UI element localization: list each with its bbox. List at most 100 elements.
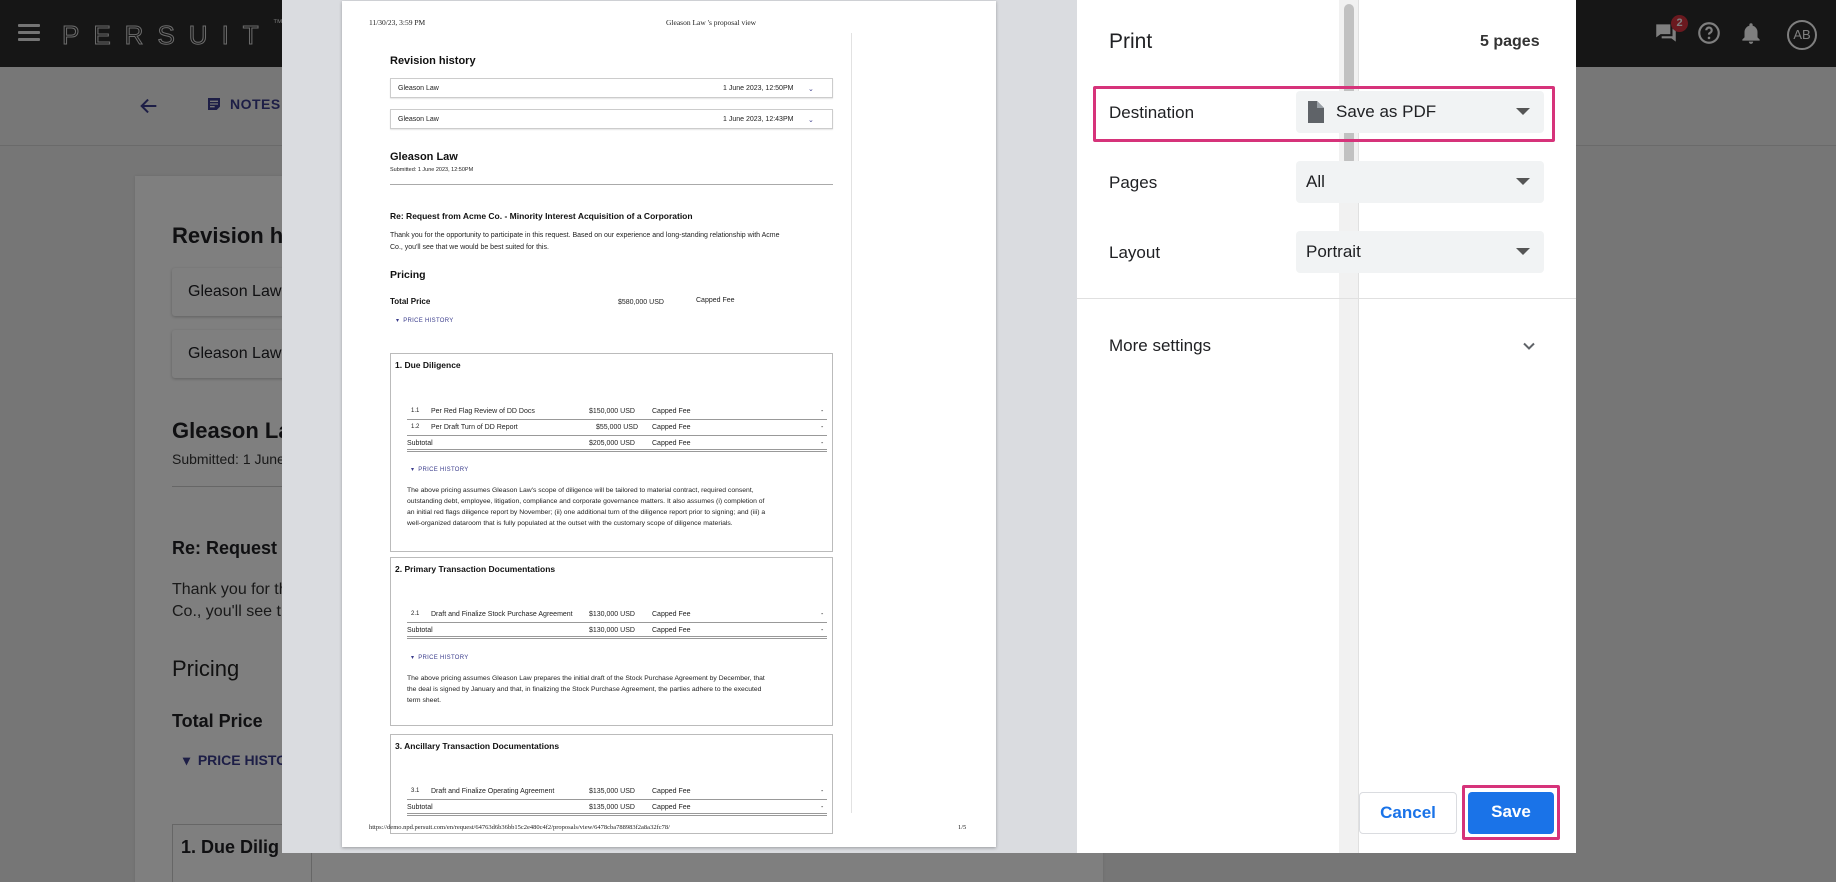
save-button[interactable]: Save [1468,792,1554,834]
chevron-down-icon[interactable] [1519,336,1539,356]
print-title: Print [1109,30,1153,53]
revision-date: 1 June 2023, 12:50PM [723,85,794,92]
section-note: The above pricing assumes Gleason Law's … [407,487,754,494]
preview-total-value: $580,000 USD [618,299,664,306]
subtotal-amount: $135,000 USD [589,804,635,811]
subtotal-amount: $205,000 USD [589,440,635,447]
preview-section: 2. Primary Transaction Documentations 2.… [390,557,833,726]
preview-section: 1. Due Diligence 1.1 Per Red Flag Review … [390,353,833,552]
subtotal-type: Capped Fee [652,804,691,811]
row-dash: - [821,424,824,431]
layout-label: Layout [1109,243,1161,262]
subtotal-type: Capped Fee [652,440,691,447]
page-footer-number: 1/5 [958,824,967,831]
row-desc: Per Draft Turn of DD Report [431,424,518,431]
page-header-title: Gleason Law 's proposal view [666,18,757,27]
row-dash: - [821,788,824,795]
row-desc: Draft and Finalize Operating Agreement [431,788,555,795]
section-title: 2. Primary Transaction Documentations [395,564,556,574]
subtotal-label: Subtotal [407,627,433,634]
section-note: The above pricing assumes Gleason Law pr… [407,675,765,682]
row-num: 3.1 [411,788,420,794]
price-row: 2.1 Draft and Finalize Stock Purchase Agr… [407,609,827,623]
subtotal-row: Subtotal $205,000 USD Capped Fee - [407,438,827,452]
destination-value: Save as PDF [1336,102,1437,121]
pages-select[interactable]: All [1296,161,1544,203]
price-row: 1.1 Per Red Flag Review of DD Docs $150,00… [407,406,827,420]
preview-firm: Gleason Law [390,151,458,163]
row-type: Capped Fee [652,788,691,795]
price-history-label: PRICE HISTORY [403,318,454,324]
preview-total-type: Capped Fee [696,297,735,304]
preview-intro: Thank you for the opportunity to partici… [390,232,780,239]
row-dash: - [821,611,824,618]
subtotal-row: Subtotal $135,000 USD Capped Fee - [407,802,827,816]
price-history-label: PRICE HISTORY [418,655,469,661]
revision-date: 1 June 2023, 12:43PM [723,116,794,123]
section-title: 3. Ancillary Transaction Documentations [395,741,560,751]
file-icon [1308,101,1324,123]
preview-price-history: ▾ PRICE HISTORY [396,318,454,324]
preview-intro: Co., you'll see that we would be best su… [390,244,549,251]
page-count: 5 pages [1480,33,1540,50]
row-amount: $135,000 USD [589,788,635,795]
preview-revision-item: Gleason Law 1 June 2023, 12:50PM ⌄ [390,78,833,98]
subtotal-label: Subtotal [407,440,433,447]
section-note: the deal is signed by January and that, … [407,686,762,693]
preview-divider [390,184,833,185]
page-footer-url: https://demo.npd.persuit.com/en/request/… [369,824,670,831]
subtotal-amount: $130,000 USD [589,627,635,634]
subtotal-dash: - [821,804,824,811]
row-dash: - [821,408,824,415]
revision-name: Gleason Law [398,85,439,92]
dropdown-caret-icon [1516,178,1530,185]
cancel-button[interactable]: Cancel [1359,792,1457,834]
more-settings[interactable]: More settings [1109,336,1211,356]
row-num: 2.1 [411,611,420,617]
row-desc: Draft and Finalize Stock Purchase Agreem… [431,611,573,618]
row-amount: $130,000 USD [589,611,635,618]
section-price-history: ▾ PRICE HISTORY [411,467,469,473]
revision-name: Gleason Law [398,116,439,123]
chevron-down-icon: ⌄ [808,86,814,93]
price-row: 1.2 Per Draft Turn of DD Report $55,000 US… [407,422,827,436]
section-note: an initial red flags diligence report by… [407,509,766,516]
layout-select[interactable]: Portrait [1296,231,1544,273]
preview-re: Re: Request from Acme Co. - Minority Int… [390,211,693,221]
price-row: 3.1 Draft and Finalize Operating Agreemen… [407,786,827,800]
row-amount: $150,000 USD [589,408,635,415]
preview-total-label: Total Price [390,297,431,306]
subtotal-dash: - [821,440,824,447]
row-num: 1.1 [411,408,420,414]
row-amount: $55,000 USD [596,424,639,431]
preview-section: 3. Ancillary Transaction Documentations … [390,734,833,834]
subtotal-label: Subtotal [407,804,433,811]
dropdown-caret-icon [1516,108,1530,115]
settings-divider [1077,298,1576,299]
page-header-date: 11/30/23, 3:59 PM [369,18,426,27]
subtotal-row: Subtotal $130,000 USD Capped Fee - [407,625,827,639]
dropdown-caret-icon [1516,248,1530,255]
row-type: Capped Fee [652,611,691,618]
row-type: Capped Fee [652,424,691,431]
section-note: outstanding debt, employee, litigation, … [407,498,765,505]
preview-pricing: Pricing [390,269,426,281]
destination-select[interactable]: Save as PDF [1296,91,1544,133]
section-price-history: ▾ PRICE HISTORY [411,655,469,661]
row-desc: Per Red Flag Review of DD Docs [431,408,535,415]
page-margin-line [851,33,852,813]
section-title: 1. Due Diligence [395,360,461,370]
preview-revision-heading: Revision history [390,55,476,67]
price-history-label: PRICE HISTORY [418,467,469,473]
pages-label: Pages [1109,173,1158,192]
destination-label: Destination [1109,103,1195,122]
preview-submitted: Submitted: 1 June 2023, 12:50PM [390,167,474,173]
subtotal-dash: - [821,627,824,634]
preview-revision-item: Gleason Law 1 June 2023, 12:43PM ⌄ [390,109,833,129]
layout-value: Portrait [1306,242,1361,261]
chevron-down-icon: ⌄ [808,117,814,124]
section-note: well-organized dataroom that is fully po… [407,520,733,527]
pages-value: All [1306,172,1325,191]
section-note: term sheet. [407,697,441,704]
preview-page: 11/30/23, 3:59 PM Gleason Law 's proposa… [342,1,996,847]
